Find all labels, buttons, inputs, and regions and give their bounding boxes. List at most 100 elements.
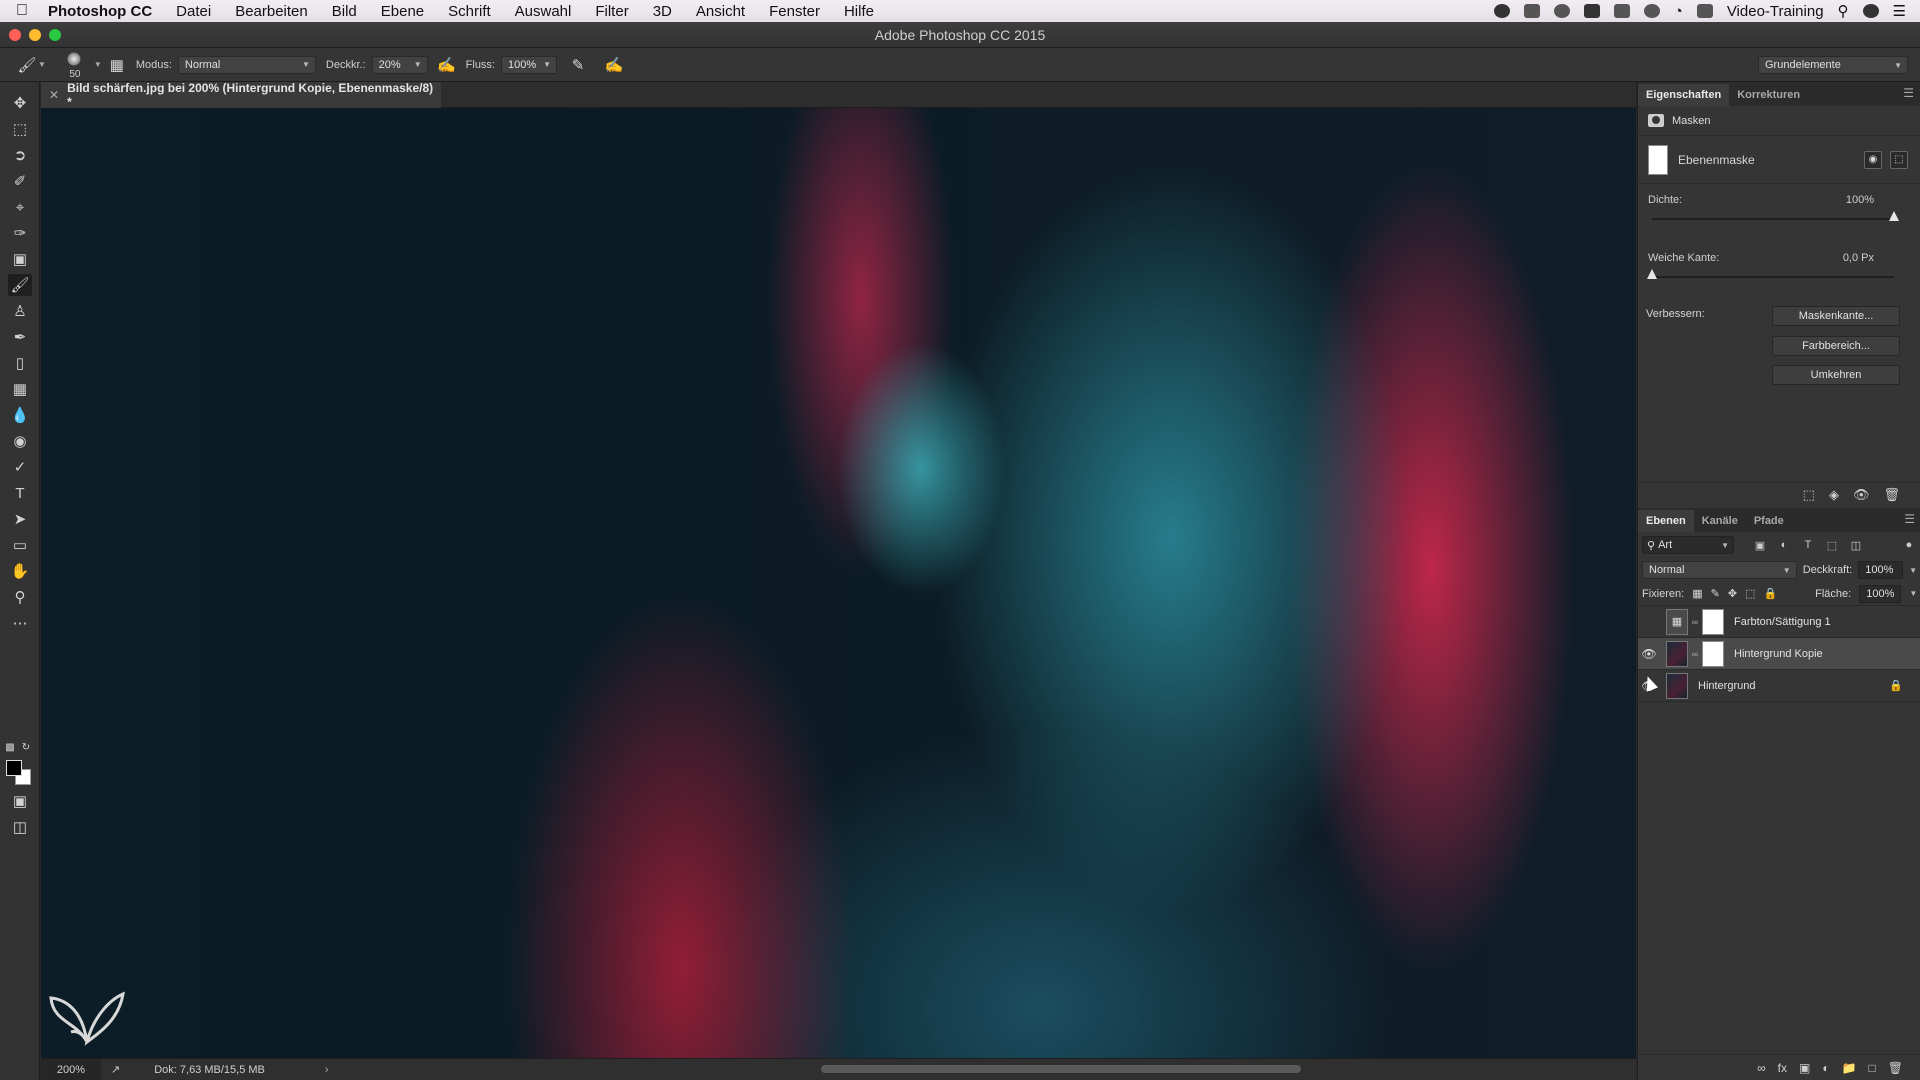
lasso-tool-icon[interactable]: ➲ <box>8 144 32 166</box>
pressure-opacity-icon[interactable]: ✍ <box>437 56 456 74</box>
menu-ansicht[interactable]: Ansicht <box>684 3 757 20</box>
lock-transparency-icon[interactable]: ▦ <box>1692 587 1702 600</box>
layer-row-background[interactable]: 👁 Hintergrund 🔒 <box>1638 670 1920 702</box>
pen-tool-icon[interactable]: ✓ <box>8 456 32 478</box>
lock-pixels-icon[interactable]: ✎ <box>1711 587 1720 600</box>
layer-row-hue-saturation[interactable]: 👁 ▦ ∞ Farbton/Sättigung 1 <box>1638 606 1920 638</box>
lock-position-icon[interactable]: ✥ <box>1728 587 1737 600</box>
pressure-size-icon[interactable]: ✍ <box>605 56 624 74</box>
density-slider[interactable] <box>1652 211 1899 221</box>
siri-icon[interactable] <box>1862 4 1879 18</box>
layer-lock-icon[interactable]: 🔒 <box>1889 679 1903 692</box>
menu-datei[interactable]: Datei <box>164 3 223 20</box>
layer-mask-thumbnail[interactable] <box>1702 608 1724 635</box>
layer-mask-thumbnail[interactable] <box>1648 144 1668 175</box>
layer-opacity-field[interactable]: 100% <box>1858 561 1904 579</box>
dropbox-icon[interactable] <box>1583 4 1600 18</box>
feather-slider-thumb[interactable] <box>1647 269 1657 279</box>
mode-select[interactable]: Normal ▼ <box>177 55 316 74</box>
filter-adjustment-icon[interactable]: ◐ <box>1776 539 1792 551</box>
new-adjustment-layer-icon[interactable]: ◐ <box>1822 1061 1829 1075</box>
tab-pfade[interactable]: Pfade <box>1746 510 1792 532</box>
bluetooth-icon[interactable] <box>1643 4 1660 18</box>
panel-menu-icon[interactable]: ☰ <box>1904 512 1915 526</box>
filter-pixel-icon[interactable]: ▣ <box>1752 539 1768 552</box>
history-brush-tool-icon[interactable]: ✒ <box>8 326 32 348</box>
chevron-down-icon[interactable]: ▼ <box>94 60 102 69</box>
status-menu-arrow-icon[interactable]: › <box>325 1064 329 1076</box>
pixel-mask-button[interactable]: ◉ <box>1864 150 1882 169</box>
link-layers-icon[interactable]: ∞ <box>1757 1061 1766 1075</box>
mask-link-icon[interactable]: ∞ <box>1690 649 1700 659</box>
quick-mask-icon[interactable]: ▣ <box>8 790 32 812</box>
swap-colors-icon[interactable]: ↻ <box>20 736 32 758</box>
chevron-down-icon[interactable]: ▼ <box>1909 566 1917 575</box>
foreground-color-swatch[interactable] <box>6 760 22 776</box>
density-value[interactable]: 100% <box>1846 194 1874 206</box>
wifi-icon[interactable]: ◔ <box>1674 3 1683 20</box>
visibility-toggle-icon[interactable]: 👁 <box>1638 647 1660 661</box>
more-tools-icon[interactable]: ⋯ <box>8 612 32 634</box>
invert-button[interactable]: Umkehren <box>1772 365 1900 385</box>
mask-edge-button[interactable]: Maskenkante... <box>1772 306 1900 326</box>
apple-menu-icon[interactable]:  <box>0 2 44 20</box>
dodge-tool-icon[interactable]: ◉ <box>8 430 32 452</box>
layer-filter-select[interactable]: ⚲ Art ▼ <box>1642 536 1734 554</box>
new-group-folder-icon[interactable]: 📁 <box>1842 1061 1857 1075</box>
lock-artboard-icon[interactable]: ⬚ <box>1745 587 1755 600</box>
brush-tool-preset-icon[interactable]: 🖌 <box>17 56 36 74</box>
crop-tool-icon[interactable]: ⌖ <box>8 196 32 218</box>
feather-value[interactable]: 0,0 Px <box>1843 252 1874 264</box>
menu-bearbeiten[interactable]: Bearbeiten <box>223 3 320 20</box>
menu-3d[interactable]: 3D <box>641 3 684 20</box>
layer-mask-thumbnail[interactable] <box>1702 640 1724 667</box>
path-selection-tool-icon[interactable]: ➤ <box>8 508 32 530</box>
healing-brush-tool-icon[interactable]: ▣ <box>8 248 32 270</box>
load-selection-icon[interactable]: ⬚ <box>1803 487 1815 503</box>
delete-mask-icon[interactable]: 🗑 <box>1883 487 1900 503</box>
default-colors-icon[interactable]: ▩ <box>4 736 16 758</box>
zoom-tool-icon[interactable]: ⚲ <box>8 586 32 608</box>
brush-tool-icon[interactable]: 🖌 <box>8 274 32 296</box>
hand-tool-icon[interactable]: ✋ <box>8 560 32 582</box>
delete-layer-icon[interactable]: 🗑 <box>1888 1061 1903 1075</box>
zoom-level[interactable]: 200% <box>41 1059 101 1080</box>
menu-schrift[interactable]: Schrift <box>436 3 503 20</box>
clone-stamp-tool-icon[interactable]: ♙ <box>8 300 32 322</box>
filter-type-icon[interactable]: T <box>1800 539 1816 551</box>
marquee-tool-icon[interactable]: ⬚ <box>8 118 32 140</box>
app-status-icon[interactable] <box>1523 4 1540 18</box>
user-name[interactable]: Video-Training <box>1727 3 1824 20</box>
menu-bild[interactable]: Bild <box>320 3 369 20</box>
visibility-toggle-icon[interactable]: 👁 <box>1638 615 1660 629</box>
mask-link-icon[interactable]: ∞ <box>1690 617 1700 627</box>
document-tab[interactable]: ✕ Bild schärfen.jpg bei 200% (Hintergrun… <box>41 81 441 109</box>
color-range-button[interactable]: Farbbereich... <box>1772 336 1900 356</box>
quick-selection-tool-icon[interactable]: ✐ <box>8 170 32 192</box>
layer-thumbnail[interactable] <box>1666 640 1688 667</box>
gradient-tool-icon[interactable]: ▦ <box>8 378 32 400</box>
share-icon[interactable]: ↗ <box>111 1063 120 1076</box>
new-layer-icon[interactable]: □ <box>1869 1061 1876 1075</box>
layer-thumbnail[interactable] <box>1666 672 1688 699</box>
spotlight-search-icon[interactable]: ⚲ <box>1838 2 1849 20</box>
eraser-tool-icon[interactable]: ▯ <box>8 352 32 374</box>
menu-app[interactable]: Photoshop CC <box>44 3 164 20</box>
close-tab-icon[interactable]: ✕ <box>49 88 59 102</box>
brush-panel-toggle-icon[interactable]: ▦ <box>108 56 126 74</box>
menu-filter[interactable]: Filter <box>583 3 640 20</box>
menu-ebene[interactable]: Ebene <box>369 3 436 20</box>
apply-mask-icon[interactable]: ◈ <box>1829 487 1839 503</box>
vector-mask-button[interactable]: ⬚ <box>1890 150 1908 169</box>
workspace-select[interactable]: Grundelemente ▼ <box>1758 56 1908 74</box>
tab-korrekturen[interactable]: Korrekturen <box>1729 84 1808 106</box>
move-tool-icon[interactable]: ✥ <box>8 92 32 114</box>
opacity-field[interactable]: 20% ▼ <box>371 55 428 74</box>
record-icon[interactable] <box>1493 4 1510 18</box>
density-slider-thumb[interactable] <box>1889 211 1899 221</box>
menu-auswahl[interactable]: Auswahl <box>503 3 584 20</box>
panel-menu-icon[interactable]: ☰ <box>1903 86 1914 100</box>
filter-toggle-icon[interactable]: ● <box>1901 539 1917 551</box>
airplay-icon[interactable] <box>1696 4 1713 18</box>
eyedropper-tool-icon[interactable]: ✑ <box>8 222 32 244</box>
